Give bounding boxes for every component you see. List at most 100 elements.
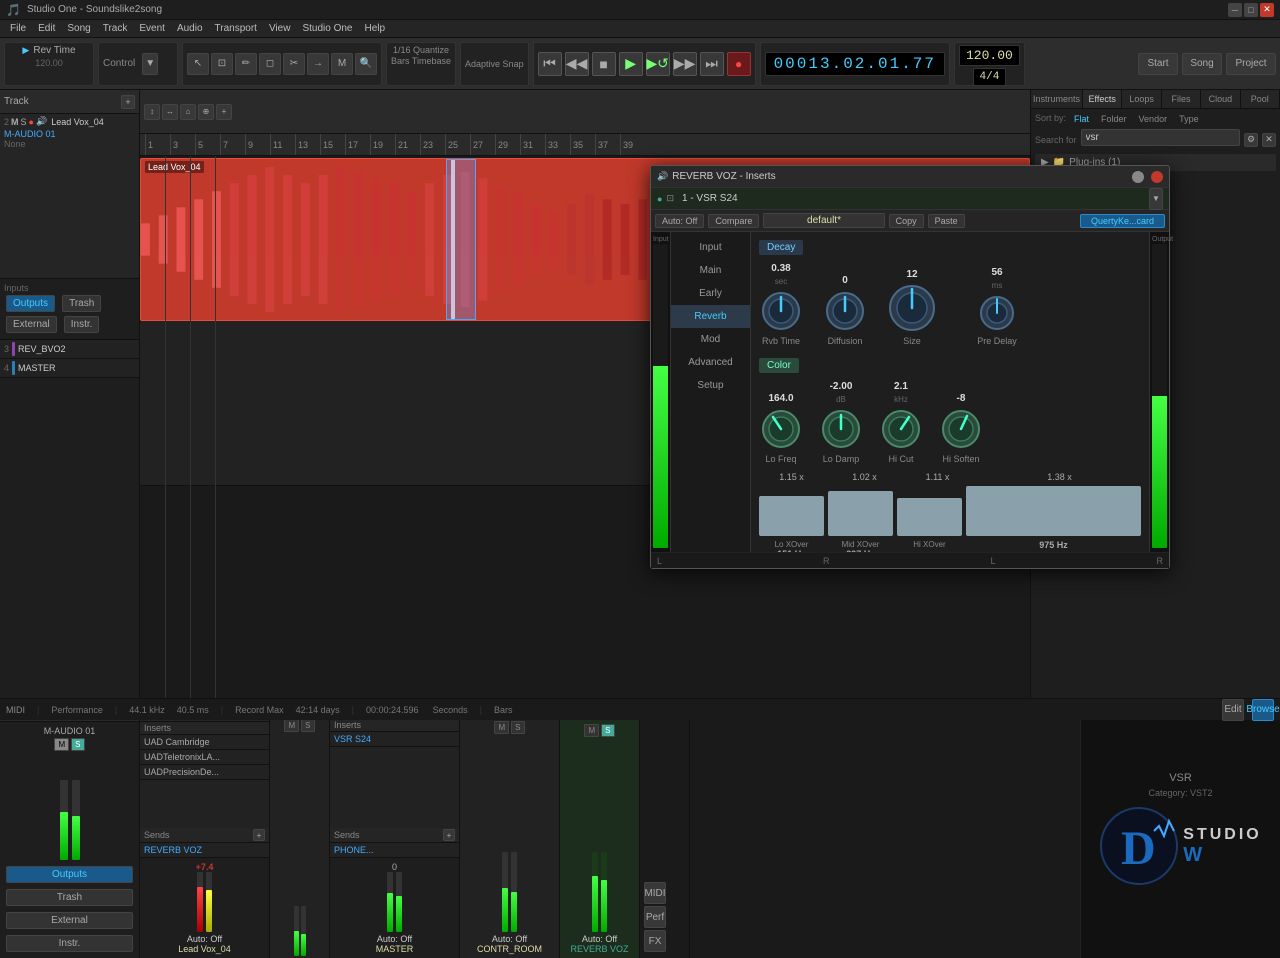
mini-btn-5[interactable]: +: [216, 104, 232, 120]
diffusion-knob[interactable]: [823, 289, 867, 333]
time-sig-display[interactable]: 4/4: [973, 68, 1007, 86]
plugin-preset-card-btn[interactable]: QuertyKe...card: [1080, 214, 1165, 228]
nav-advanced[interactable]: Advanced: [671, 351, 750, 374]
io-trash-btn[interactable]: Trash: [62, 295, 101, 312]
sort-type[interactable]: Type: [1175, 113, 1203, 125]
nav-early[interactable]: Early: [671, 282, 750, 305]
insert-uad-cambridge[interactable]: UAD Cambridge: [140, 735, 269, 750]
nav-mod[interactable]: Mod: [671, 328, 750, 351]
lo-damp-knob[interactable]: [819, 407, 863, 451]
sort-vendor[interactable]: Vendor: [1135, 113, 1172, 125]
search-settings-btn[interactable]: ⚙: [1244, 133, 1258, 147]
tab-effects[interactable]: Effects: [1083, 90, 1122, 108]
mode-fx-btn[interactable]: FX: [644, 930, 666, 952]
bpm-display[interactable]: 120.00: [959, 45, 1020, 66]
close-button[interactable]: ✕: [1260, 3, 1274, 17]
back-button[interactable]: ◀◀: [565, 52, 589, 76]
menu-studioone[interactable]: Studio One: [296, 20, 358, 38]
stop-button[interactable]: ■: [592, 52, 616, 76]
tab-files[interactable]: Files: [1162, 90, 1201, 108]
menu-song[interactable]: Song: [61, 20, 96, 38]
nav-external-btn[interactable]: External: [6, 912, 133, 929]
track-monitor-1[interactable]: 🔊: [36, 116, 47, 127]
track-item-1[interactable]: 2 M S ● 🔊 Lead Vox_04 M-AUDIO 01 None: [0, 114, 139, 279]
eraser-tool[interactable]: ◻: [259, 53, 281, 75]
mini-btn-1[interactable]: ↕: [144, 104, 160, 120]
insert-uad-teletronix[interactable]: UADTeletronixLA...: [140, 750, 269, 765]
rvb-time-knob[interactable]: [759, 289, 803, 333]
freq-band-mid[interactable]: [828, 491, 893, 536]
play-loop-button[interactable]: ▶↺: [646, 52, 670, 76]
contr-m-btn[interactable]: M: [494, 721, 509, 734]
rewind-button[interactable]: ⏮: [538, 52, 562, 76]
lo-freq-knob[interactable]: [759, 407, 803, 451]
io-outputs-btn[interactable]: Outputs: [6, 295, 55, 312]
plugin-minimize-btn[interactable]: [1132, 171, 1144, 183]
track-io-out-1[interactable]: None: [4, 139, 135, 149]
contr-s-btn[interactable]: S: [511, 721, 524, 734]
start-button[interactable]: Start: [1138, 53, 1178, 75]
plugin-copy-btn[interactable]: Copy: [889, 214, 924, 228]
menu-edit[interactable]: Edit: [32, 20, 61, 38]
master-solo-btn[interactable]: S: [71, 738, 84, 751]
browse-btn[interactable]: Browse: [1252, 699, 1274, 721]
vsr-sends-add[interactable]: +: [443, 829, 455, 841]
send-reverb-voz[interactable]: REVERB VOZ: [140, 843, 269, 858]
reverb-m-btn[interactable]: M: [584, 724, 599, 737]
maximize-button[interactable]: □: [1244, 3, 1258, 17]
sends-add-1[interactable]: +: [253, 829, 265, 841]
plugin-compare-btn[interactable]: Compare: [708, 214, 759, 228]
pointer-tool[interactable]: ↖: [187, 53, 209, 75]
menu-view[interactable]: View: [263, 20, 297, 38]
tab-loops[interactable]: Loops: [1122, 90, 1161, 108]
insert-uad-precision[interactable]: UADPrecisionDe...: [140, 765, 269, 780]
project-button[interactable]: Project: [1226, 53, 1276, 75]
nav-main[interactable]: Main: [671, 259, 750, 282]
freq-band-mid2[interactable]: [897, 498, 962, 536]
minimize-button[interactable]: ─: [1228, 3, 1242, 17]
main-time-display[interactable]: 00013.02.01.77: [765, 52, 945, 76]
size-knob[interactable]: [887, 283, 937, 333]
plugin-auto-btn[interactable]: Auto: Off: [655, 214, 704, 228]
zoom-tool[interactable]: 🔍: [355, 53, 377, 75]
plugin-paste-btn[interactable]: Paste: [928, 214, 965, 228]
send-phones[interactable]: PHONE...: [330, 843, 459, 858]
plugin-close-btn[interactable]: [1151, 171, 1163, 183]
master-mute-btn[interactable]: M: [54, 738, 69, 751]
arrow-tool[interactable]: →: [307, 53, 329, 75]
play-button[interactable]: ▶: [619, 52, 643, 76]
nav-reverb[interactable]: Reverb: [671, 305, 750, 328]
nav-instr-btn[interactable]: Instr.: [6, 935, 133, 952]
freq-band-hi[interactable]: [966, 486, 1141, 536]
range-tool[interactable]: ⊡: [211, 53, 233, 75]
track-mute-1[interactable]: M: [11, 117, 19, 127]
nav-input[interactable]: Input: [671, 236, 750, 259]
mode-perf-btn[interactable]: Perf: [644, 906, 666, 928]
add-track-button[interactable]: +: [121, 95, 135, 109]
ff-button[interactable]: ▶▶: [673, 52, 697, 76]
menu-help[interactable]: Help: [358, 20, 391, 38]
mini-btn-4[interactable]: ⊕: [198, 104, 214, 120]
reverb-s-btn[interactable]: S: [601, 724, 614, 737]
hi-cut-knob[interactable]: [879, 407, 923, 451]
track-rec-1[interactable]: ●: [29, 117, 34, 127]
tab-instruments[interactable]: Instruments: [1031, 90, 1083, 108]
nav-setup[interactable]: Setup: [671, 374, 750, 397]
tab-cloud[interactable]: Cloud: [1201, 90, 1240, 108]
record-button[interactable]: ●: [727, 52, 751, 76]
search-input[interactable]: [1081, 129, 1240, 146]
menu-transport[interactable]: Transport: [209, 20, 263, 38]
mute-tool[interactable]: M: [331, 53, 353, 75]
track-io-1[interactable]: M-AUDIO 01: [4, 129, 135, 139]
menu-event[interactable]: Event: [133, 20, 171, 38]
pre-delay-knob[interactable]: [977, 293, 1017, 333]
master1-m-btn[interactable]: M: [284, 719, 299, 732]
io-external-btn[interactable]: External: [6, 316, 57, 333]
master1-s-btn[interactable]: S: [301, 719, 314, 732]
nav-outputs-btn[interactable]: Outputs: [6, 866, 133, 883]
track-item-2[interactable]: 3 REV_BVO2: [0, 340, 139, 359]
plugin-preset-down[interactable]: ▼: [1149, 188, 1163, 210]
song-button[interactable]: Song: [1182, 53, 1222, 75]
mini-btn-3[interactable]: ⌂: [180, 104, 196, 120]
nav-trash-btn[interactable]: Trash: [6, 889, 133, 906]
